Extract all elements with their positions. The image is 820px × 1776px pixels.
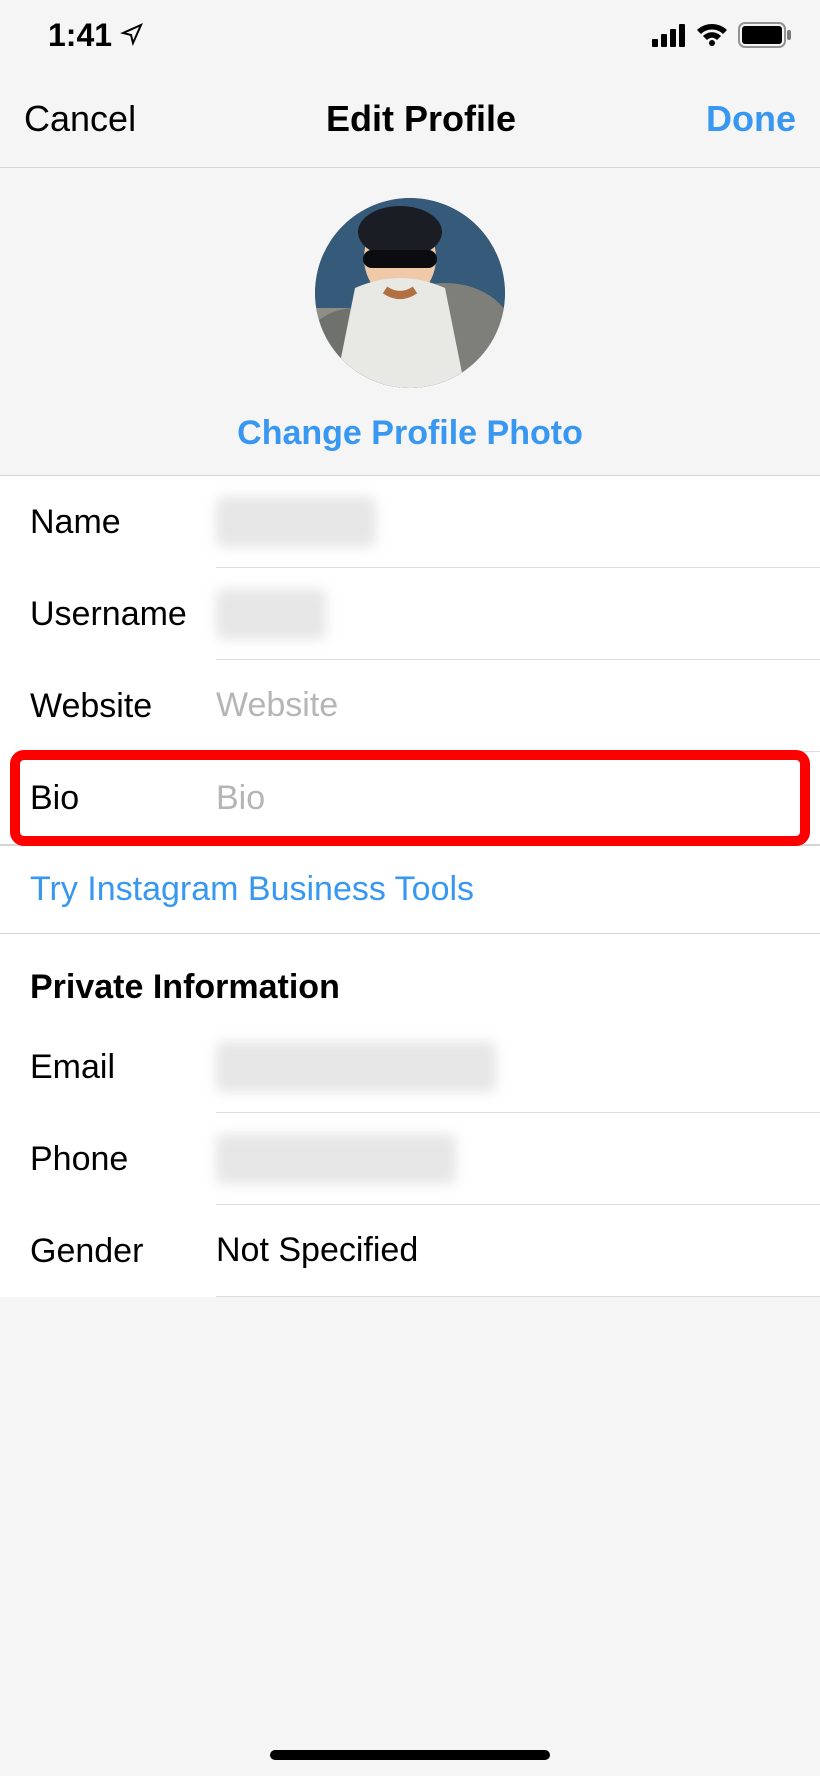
- bio-row: Bio: [0, 752, 820, 844]
- home-indicator: [270, 1750, 550, 1760]
- gender-value: Not Specified: [216, 1231, 418, 1270]
- private-info-header: Private Information: [0, 934, 820, 1021]
- email-field[interactable]: [216, 1021, 820, 1113]
- battery-icon: [738, 22, 792, 48]
- bio-label: Bio: [30, 779, 216, 818]
- website-label: Website: [30, 687, 216, 726]
- bio-input[interactable]: [216, 779, 790, 818]
- email-row: Email: [0, 1021, 820, 1113]
- status-right: [652, 22, 792, 48]
- nav-bar: Cancel Edit Profile Done: [0, 70, 820, 168]
- website-row: Website: [0, 660, 820, 752]
- photo-section: Change Profile Photo: [0, 168, 820, 476]
- phone-row: Phone: [0, 1113, 820, 1205]
- change-photo-button[interactable]: Change Profile Photo: [237, 414, 583, 453]
- done-button[interactable]: Done: [706, 98, 796, 140]
- profile-fields: Name Username Website Bio: [0, 476, 820, 844]
- email-label: Email: [30, 1048, 216, 1087]
- website-field[interactable]: [216, 660, 820, 752]
- bio-field[interactable]: [216, 752, 820, 844]
- profile-avatar[interactable]: [315, 198, 505, 388]
- gender-field[interactable]: Not Specified: [216, 1205, 820, 1297]
- redacted-value: [216, 589, 326, 639]
- username-row: Username: [0, 568, 820, 660]
- name-label: Name: [30, 503, 216, 542]
- status-bar: 1:41: [0, 0, 820, 70]
- redacted-value: [216, 1134, 456, 1184]
- username-field[interactable]: [216, 568, 820, 660]
- phone-label: Phone: [30, 1140, 216, 1179]
- status-left: 1:41: [48, 17, 144, 54]
- phone-field[interactable]: [216, 1113, 820, 1205]
- cellular-signal-icon: [652, 23, 686, 47]
- name-field[interactable]: [216, 476, 820, 568]
- redacted-value: [216, 497, 376, 547]
- page-title: Edit Profile: [326, 98, 516, 140]
- website-input[interactable]: [216, 686, 790, 725]
- redacted-value: [216, 1042, 496, 1092]
- business-tools-link[interactable]: Try Instagram Business Tools: [30, 870, 474, 908]
- gender-row: Gender Not Specified: [0, 1205, 820, 1297]
- wifi-icon: [696, 23, 728, 47]
- username-label: Username: [30, 595, 216, 634]
- status-time: 1:41: [48, 17, 112, 54]
- private-info-section: Private Information Email Phone Gender N…: [0, 934, 820, 1297]
- cancel-button[interactable]: Cancel: [24, 98, 136, 140]
- business-tools-row[interactable]: Try Instagram Business Tools: [0, 845, 820, 934]
- location-arrow-icon: [120, 17, 144, 54]
- name-row: Name: [0, 476, 820, 568]
- gender-label: Gender: [30, 1232, 216, 1271]
